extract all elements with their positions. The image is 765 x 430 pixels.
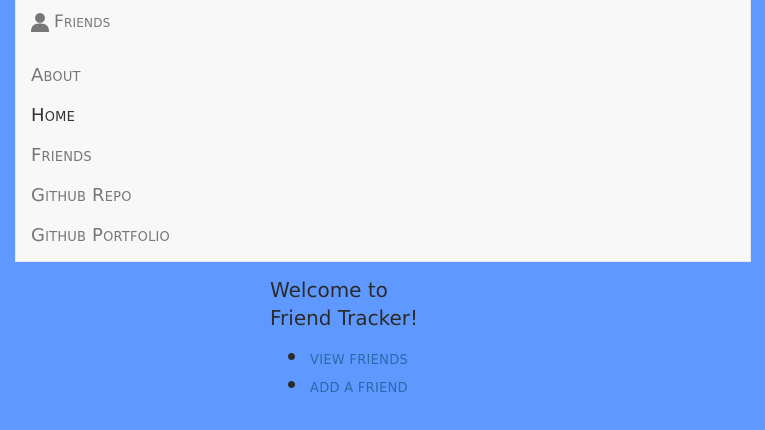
user-icon [31,12,49,32]
list-item: View Friends [270,346,470,374]
nav-item-about: About [31,55,170,95]
top-navbar: Friends About Home Friends Github Repo G… [15,0,751,262]
nav-item-friends: Friends [31,135,170,175]
navbar-menu: About Home Friends Github Repo Github Po… [31,55,170,255]
nav-item-github-portfolio: Github Portfolio [31,215,170,255]
list-item: Add a Friend [270,374,470,402]
action-list: View Friends Add a Friend [270,346,470,402]
navbar-brand-label: Friends [54,12,111,32]
main-content: Welcome to Friend Tracker! View Friends … [270,276,470,402]
nav-link-about[interactable]: About [31,65,81,86]
nav-item-home: Home [31,95,170,135]
nav-link-home[interactable]: Home [31,105,75,126]
nav-link-github-portfolio[interactable]: Github Portfolio [31,225,170,246]
nav-link-friends[interactable]: Friends [31,145,92,166]
nav-item-github-repo: Github Repo [31,175,170,215]
bullet-icon [288,381,295,388]
bullet-icon [288,353,295,360]
page-title: Welcome to Friend Tracker! [270,278,419,330]
add-friend-link[interactable]: Add a Friend [310,381,408,396]
nav-link-github-repo[interactable]: Github Repo [31,185,132,206]
view-friends-link[interactable]: View Friends [310,353,408,368]
navbar-brand-link[interactable]: Friends [31,10,110,34]
